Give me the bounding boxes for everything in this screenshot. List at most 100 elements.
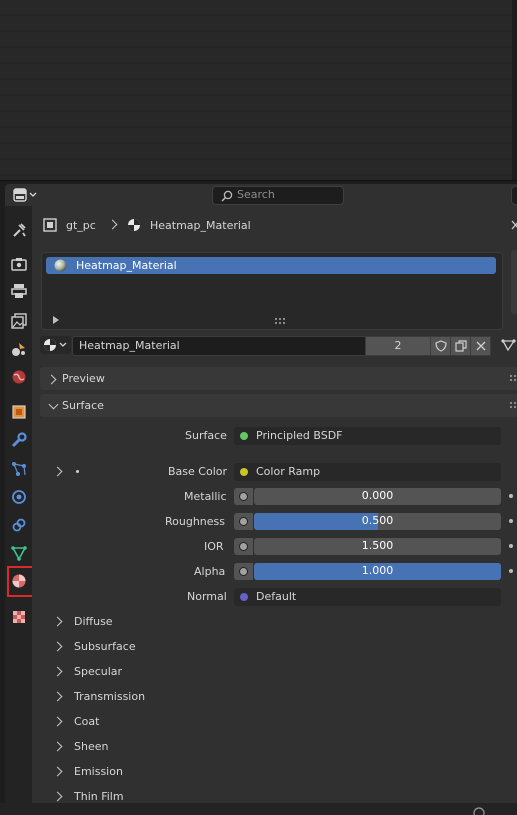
tab-data[interactable] bbox=[8, 542, 30, 564]
roughness-socket-button[interactable] bbox=[234, 513, 253, 530]
duplicate-button[interactable] bbox=[450, 336, 471, 356]
search-input[interactable]: Search bbox=[212, 186, 344, 205]
metallic-slider[interactable]: 0.000 bbox=[254, 488, 501, 505]
keyframe-icon[interactable] bbox=[509, 519, 513, 523]
tab-output[interactable] bbox=[8, 280, 30, 302]
tab-tool[interactable] bbox=[8, 219, 30, 241]
subpanel-specular[interactable]: Specular bbox=[74, 665, 122, 678]
surface-shader-selector[interactable]: Principled BSDF bbox=[234, 427, 501, 445]
material-preview-icon bbox=[54, 259, 67, 272]
breadcrumb-material: Heatmap_Material bbox=[150, 219, 251, 232]
keyframe-icon[interactable] bbox=[509, 544, 513, 548]
roughness-value: 0.500 bbox=[361, 514, 394, 527]
base-color-input[interactable]: Color Ramp bbox=[234, 463, 501, 481]
x-icon bbox=[476, 341, 485, 351]
status-bar bbox=[0, 803, 517, 815]
surface-shader-value: Principled BSDF bbox=[256, 429, 343, 442]
tab-constraints[interactable] bbox=[8, 514, 30, 536]
surface-label: Surface bbox=[185, 429, 227, 442]
base-color-value: Color Ramp bbox=[256, 465, 321, 478]
color-socket-icon bbox=[240, 468, 248, 476]
ior-field[interactable]: 1.500 bbox=[254, 538, 501, 555]
ior-socket-button[interactable] bbox=[234, 538, 253, 555]
duplicate-icon bbox=[454, 340, 467, 352]
shield-icon bbox=[434, 340, 447, 352]
physics-icon bbox=[12, 490, 26, 504]
alpha-slider[interactable]: 1.000 bbox=[254, 563, 501, 580]
preview-panel-title: Preview bbox=[62, 372, 105, 385]
expand-list-icon[interactable] bbox=[52, 316, 60, 324]
browse-material-button[interactable] bbox=[40, 336, 71, 354]
world-icon bbox=[12, 370, 26, 384]
tab-scene[interactable] bbox=[8, 338, 30, 360]
data-icon bbox=[11, 546, 27, 561]
material-slot-item[interactable]: Heatmap_Material bbox=[46, 257, 496, 274]
tab-modifier[interactable] bbox=[8, 429, 30, 451]
ior-value: 1.500 bbox=[361, 539, 394, 552]
search-placeholder: Search bbox=[237, 188, 275, 201]
normal-label: Normal bbox=[187, 590, 227, 603]
tab-object[interactable] bbox=[8, 401, 30, 423]
editor-type-button[interactable] bbox=[10, 187, 40, 203]
material-browse-icon bbox=[44, 339, 67, 351]
tool-icon bbox=[13, 223, 26, 237]
tab-physics[interactable] bbox=[8, 486, 30, 508]
base-color-label: Base Color bbox=[168, 465, 228, 478]
subpanel-emission[interactable]: Emission bbox=[74, 765, 123, 778]
node-tree-icon[interactable] bbox=[500, 337, 517, 353]
viewport-area[interactable] bbox=[0, 0, 517, 181]
tab-particles[interactable] bbox=[8, 458, 30, 480]
subpanel-thin-film[interactable]: Thin Film bbox=[74, 790, 124, 803]
view-layer-icon bbox=[11, 313, 27, 329]
header-right-button[interactable] bbox=[511, 186, 517, 205]
normal-input[interactable]: Default bbox=[234, 588, 501, 606]
keyframe-icon[interactable] bbox=[509, 494, 513, 498]
resize-handle-icon[interactable] bbox=[275, 318, 287, 324]
metallic-socket-button[interactable] bbox=[234, 488, 253, 505]
fake-user-button[interactable] bbox=[430, 336, 451, 356]
tab-world[interactable] bbox=[8, 366, 30, 388]
roughness-slider[interactable]: 0.500 bbox=[254, 513, 501, 530]
shader-socket-icon bbox=[240, 432, 248, 440]
material-sphere-icon bbox=[128, 219, 140, 231]
vector-socket-icon bbox=[240, 593, 248, 601]
texture-icon bbox=[13, 611, 25, 623]
constraints-icon bbox=[12, 518, 26, 532]
tab-texture[interactable] bbox=[8, 606, 30, 628]
properties-tabs bbox=[5, 206, 32, 815]
viewport-edge bbox=[512, 0, 517, 180]
subpanel-subsurface[interactable]: Subsurface bbox=[74, 640, 136, 653]
tab-render[interactable] bbox=[8, 253, 30, 275]
particles-icon bbox=[12, 462, 26, 476]
alpha-label: Alpha bbox=[194, 565, 226, 578]
preview-panel-header[interactable] bbox=[40, 367, 517, 390]
user-count-button[interactable]: 2 bbox=[365, 336, 431, 356]
output-icon bbox=[11, 284, 27, 298]
material-name-field[interactable]: Heatmap_Material bbox=[72, 336, 366, 356]
panel-drag-icon[interactable] bbox=[510, 402, 517, 408]
subpanel-coat[interactable]: Coat bbox=[74, 715, 99, 728]
object-icon bbox=[12, 405, 26, 419]
material-name-value: Heatmap_Material bbox=[79, 339, 180, 352]
slot-side-buttons[interactable] bbox=[511, 250, 517, 314]
surface-panel-title: Surface bbox=[62, 399, 104, 412]
alpha-socket-button[interactable] bbox=[234, 563, 253, 580]
pin-toggle[interactable] bbox=[42, 217, 58, 233]
panel-drag-icon[interactable] bbox=[510, 375, 517, 381]
render-icon bbox=[11, 258, 27, 271]
surface-panel-header[interactable] bbox=[40, 394, 517, 417]
close-icon[interactable] bbox=[509, 219, 517, 231]
material-slot-label: Heatmap_Material bbox=[76, 259, 177, 272]
object-data-icon bbox=[43, 218, 57, 232]
breadcrumb-object: gt_pc bbox=[66, 219, 96, 232]
modifier-icon bbox=[11, 432, 27, 448]
user-count-value: 2 bbox=[394, 339, 402, 352]
tab-view-layer[interactable] bbox=[8, 310, 30, 332]
subpanel-transmission[interactable]: Transmission bbox=[74, 690, 145, 703]
subpanel-diffuse[interactable]: Diffuse bbox=[74, 615, 113, 628]
metallic-value: 0.000 bbox=[361, 489, 394, 502]
keyframe-icon[interactable] bbox=[509, 569, 513, 573]
subpanel-sheen[interactable]: Sheen bbox=[74, 740, 108, 753]
unlink-button[interactable] bbox=[470, 336, 491, 356]
ior-label: IOR bbox=[204, 540, 224, 553]
